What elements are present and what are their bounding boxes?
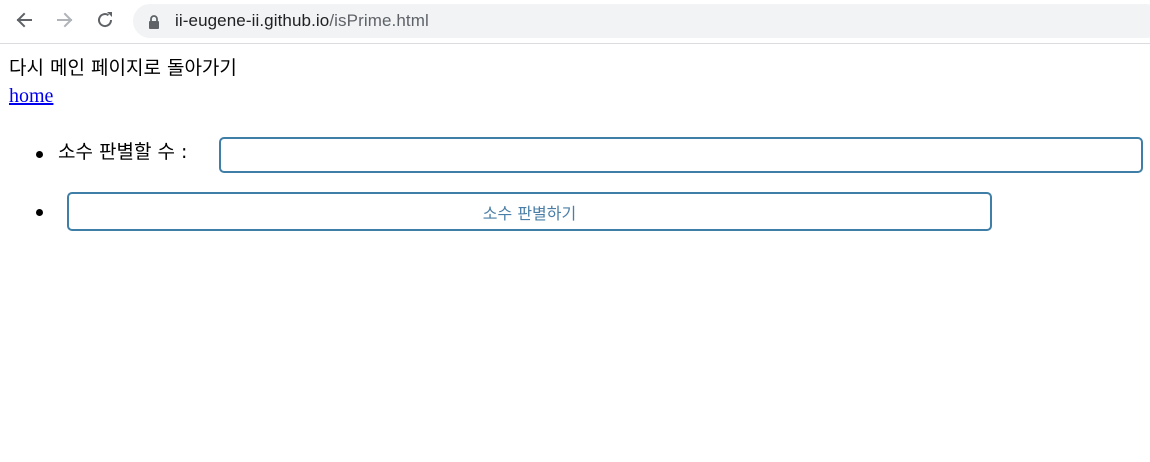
back-button[interactable] <box>10 6 38 34</box>
check-prime-button[interactable]: 소수 판별하기 <box>67 192 992 231</box>
back-to-main-text: 다시 메인 페이지로 돌아가기 <box>9 57 237 79</box>
reload-button[interactable] <box>91 6 119 34</box>
reload-icon <box>98 12 113 28</box>
url-host: ii-eugene-ii.github.io <box>175 11 330 30</box>
url-path: /isPrime.html <box>329 11 429 30</box>
arrow-right-icon <box>57 12 73 28</box>
list-bullet <box>36 209 43 216</box>
list-bullet <box>36 151 43 158</box>
lock-icon <box>148 14 160 33</box>
arrow-left-icon <box>16 12 32 28</box>
address-bar[interactable]: ii-eugene-ii.github.io/isPrime.html <box>133 4 1150 38</box>
number-input-label: 소수 판별할 수 : <box>58 141 188 163</box>
page-content: 다시 메인 페이지로 돌아가기 home 소수 판별할 수 : 소수 판별하기 <box>0 44 1150 462</box>
number-input[interactable] <box>219 137 1143 173</box>
browser-toolbar: ii-eugene-ii.github.io/isPrime.html <box>0 0 1150 44</box>
url-text: ii-eugene-ii.github.io/isPrime.html <box>175 11 429 31</box>
home-link[interactable]: home <box>9 84 53 108</box>
forward-button[interactable] <box>51 6 79 34</box>
